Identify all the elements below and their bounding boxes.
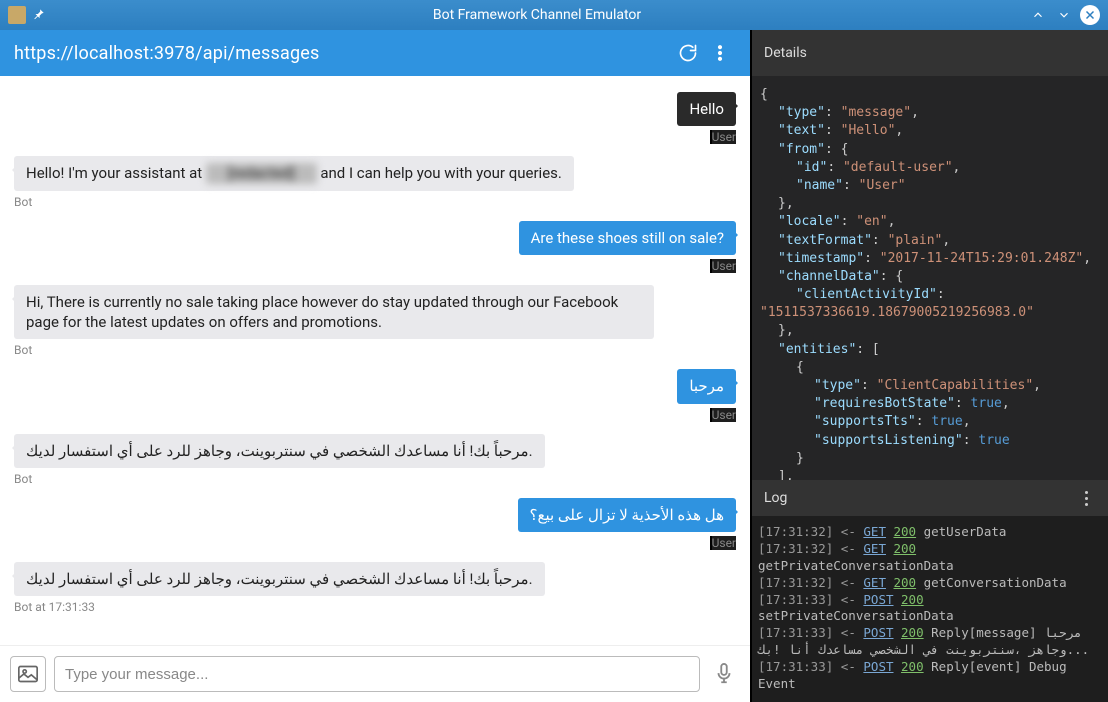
log-line: [17:31:33] <- POST 200 setPrivateConvers… [758,592,1102,626]
user-message-bubble[interactable]: هل هذه الأحذية لا تزال على بيع؟ [518,498,736,532]
app-icon [8,6,26,24]
log-line: [17:31:33] <- POST 200 Reply[message] مر… [758,625,1102,659]
log-line: [17:31:32] <- GET 200 getPrivateConversa… [758,541,1102,575]
log-line: [17:31:32] <- GET 200 getUserData [758,524,1102,541]
more-button[interactable] [704,37,736,69]
close-button[interactable] [1080,5,1100,25]
message-meta: User [710,259,736,273]
details-json[interactable]: { "type": "message", "text": "Hello", "f… [752,76,1108,480]
chat-panel: https://localhost:3978/api/messages Hell… [0,30,750,702]
minimize-button[interactable] [1028,5,1048,25]
url-bar: https://localhost:3978/api/messages [0,30,750,76]
titlebar: Bot Framework Channel Emulator [0,0,1108,30]
message-row: .مرحباً بك! أنا مساعدك الشخصي في سنتربوي… [14,562,736,620]
chat-scroll[interactable]: Hello User Hello! I'm your assistant at … [0,76,750,645]
user-message-bubble[interactable]: Are these shoes still on sale? [519,221,736,255]
message-meta: Bot [14,343,32,357]
message-input[interactable] [54,656,700,692]
bot-message-bubble[interactable]: .مرحباً بك! أنا مساعدك الشخصي في سنتربوي… [14,562,545,596]
log-title: Log [764,490,787,506]
user-message-bubble[interactable]: Hello [677,92,736,126]
log-line: [17:31:32] <- GET 200 getConversationDat… [758,575,1102,592]
mic-button[interactable] [708,658,740,690]
window-title: Bot Framework Channel Emulator [46,7,1028,23]
user-message-bubble[interactable]: مرحبا [677,369,736,403]
message-meta: User [710,408,736,422]
message-row: Are these shoes still on sale? User [14,221,736,279]
window-controls [1028,5,1108,25]
bot-message-bubble[interactable]: Hello! I'm your assistant at [redacted] … [14,156,574,190]
message-meta: Bot at 17:31:33 [14,600,95,614]
message-meta: Bot [14,472,32,486]
message-meta: User [710,130,736,144]
bot-message-bubble[interactable]: Hi, There is currently no sale taking pl… [14,285,654,340]
message-row: Hello User [14,92,736,150]
bot-message-bubble[interactable]: .مرحباً بك! أنا مساعدك الشخصي في سنتربوي… [14,434,545,468]
message-text-post: and I can help you with your queries. [317,164,562,182]
details-title: Details [764,45,807,61]
message-row: هل هذه الأحذية لا تزال على بيع؟ User [14,498,736,556]
redacted-text: [redacted] [206,163,317,183]
message-row: Hi, There is currently no sale taking pl… [14,285,736,364]
message-text-pre: Hello! I'm your assistant at [26,164,206,182]
details-header: Details [752,30,1108,76]
pin-icon[interactable] [32,6,46,25]
image-upload-button[interactable] [10,656,46,692]
log-body[interactable]: [17:31:32] <- GET 200 getUserData[17:31:… [752,516,1108,702]
endpoint-url[interactable]: https://localhost:3978/api/messages [14,43,672,64]
message-row: Hello! I'm your assistant at [redacted] … [14,156,736,214]
inspector-panel: Details { "type": "message", "text": "He… [750,30,1108,702]
refresh-button[interactable] [672,37,704,69]
log-more-button[interactable] [1076,488,1096,508]
message-row: مرحبا User [14,369,736,427]
message-meta: User [710,536,736,550]
input-bar [0,645,750,702]
log-line: [17:31:33] <- POST 200 Reply[event] Debu… [758,659,1102,693]
log-header: Log [752,480,1108,516]
message-meta: Bot [14,195,32,209]
message-row: .مرحباً بك! أنا مساعدك الشخصي في سنتربوي… [14,434,736,492]
maximize-button[interactable] [1054,5,1074,25]
